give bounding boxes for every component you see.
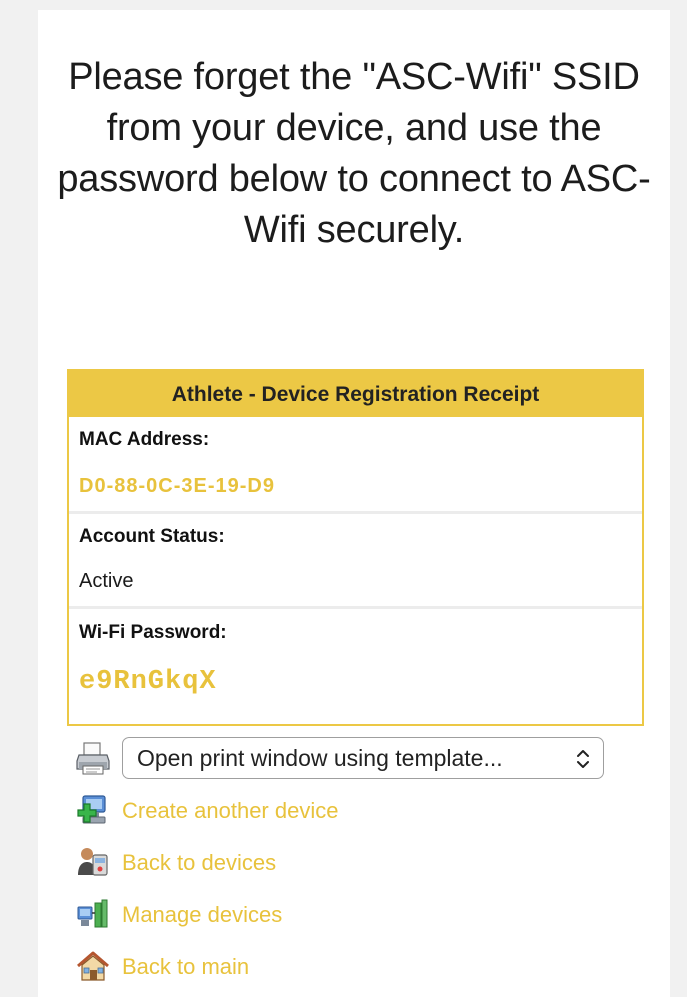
mac-address-section: MAC Address: D0-88-0C-3E-19-D9 [69, 417, 642, 511]
create-another-device-row[interactable]: Create another device [74, 792, 338, 830]
receipt-title: Athlete - Device Registration Receipt [69, 371, 642, 417]
print-row: Open print window using template... [74, 737, 604, 779]
create-another-device-link[interactable]: Create another device [122, 798, 338, 824]
print-template-select-value: Open print window using template... [137, 745, 503, 771]
devices-icon [74, 844, 112, 882]
printer-icon [74, 739, 112, 777]
account-status-value: Active [79, 570, 134, 592]
account-status-label: Account Status: [79, 526, 225, 547]
page-content: Please forget the "ASC-Wifi" SSID from y… [38, 10, 670, 997]
back-to-devices-row[interactable]: Back to devices [74, 844, 276, 882]
back-to-main-row[interactable]: Back to main [74, 948, 249, 986]
registration-receipt: Athlete - Device Registration Receipt MA… [67, 369, 644, 726]
mac-address-value: D0-88-0C-3E-19-D9 [79, 475, 275, 497]
back-to-devices-link[interactable]: Back to devices [122, 850, 276, 876]
account-status-section: Account Status: Active [69, 511, 642, 606]
home-icon [74, 948, 112, 986]
wifi-password-value: e9RnGkqX [79, 667, 217, 697]
mac-address-label: MAC Address: [79, 429, 210, 450]
add-device-icon [74, 792, 112, 830]
wifi-password-label: Wi-Fi Password: [79, 622, 227, 643]
chevron-up-down-icon [577, 750, 589, 768]
wifi-password-section: Wi-Fi Password: e9RnGkqX [69, 606, 642, 721]
manage-devices-row[interactable]: Manage devices [74, 896, 282, 934]
network-devices-icon [74, 896, 112, 934]
manage-devices-link[interactable]: Manage devices [122, 902, 282, 928]
print-template-select[interactable]: Open print window using template... [122, 737, 604, 779]
back-to-main-link[interactable]: Back to main [122, 954, 249, 980]
page-heading: Please forget the "ASC-Wifi" SSID from y… [57, 56, 651, 251]
